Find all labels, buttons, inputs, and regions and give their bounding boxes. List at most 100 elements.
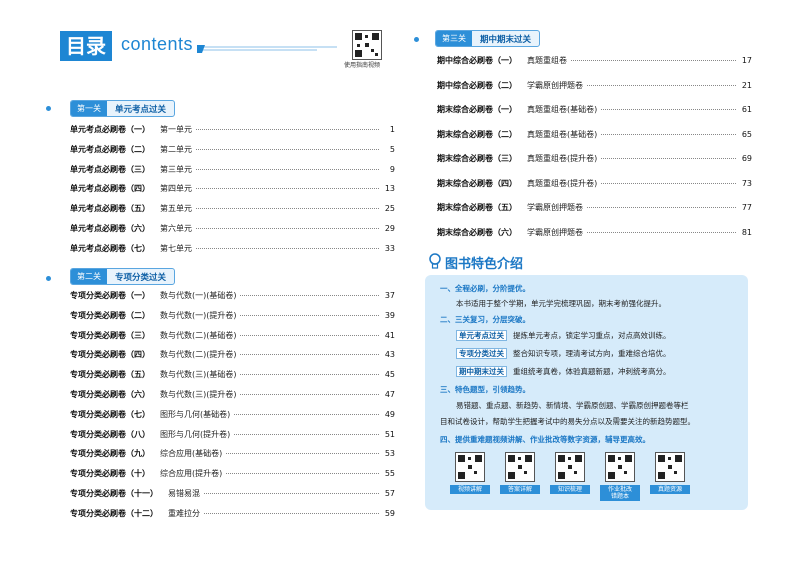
toc-entry[interactable]: 期末综合必刷卷（六） 学霸原创押题卷 81 (437, 227, 752, 238)
toc-leader-dots (240, 334, 379, 336)
toc-page-number: 5 (389, 144, 395, 154)
resource-qr-item[interactable]: 答案详解 (500, 452, 540, 494)
qr-code-guide[interactable] (352, 30, 382, 60)
toc-entry-subtitle: 真题重组卷(提升卷) (527, 178, 598, 188)
toc-entry-name: 单元考点必刷卷（一） (70, 125, 150, 134)
toc-page-number: 53 (384, 449, 395, 459)
toc-entry[interactable]: 期末综合必刷卷（二） 真题重组卷(基础卷) 65 (437, 129, 752, 140)
toc-entry-subtitle: 学霸原创押题卷 (527, 203, 583, 212)
toc-entry[interactable]: 期末综合必刷卷（一） 真题重组卷(基础卷) 61 (437, 104, 752, 115)
toc-entry-subtitle: 数与代数(三)(提升卷) (160, 390, 237, 399)
qr-guide-label: 使用指南视频 (344, 62, 381, 69)
toc-entry-name: 期末综合必刷卷（三） (437, 154, 517, 163)
toc-leader-dots (196, 247, 379, 249)
resource-qr-item[interactable]: 真题资源 (650, 452, 690, 494)
toc-leader-dots (240, 354, 379, 356)
toc-entry-name: 专项分类必刷卷（八） (70, 429, 150, 439)
toc-leader-dots (234, 433, 379, 435)
toc-entry[interactable]: 专项分类必刷卷（十一） 易错易混 57 (70, 488, 395, 499)
toc-entry-subtitle: 图形与几何(提升卷) (160, 429, 231, 439)
feature-text-3a: 易错题、重点题、新趋势、新情境、学霸原创题、学霸原创押题卷等栏 (456, 401, 689, 410)
toc-entry[interactable]: 期末综合必刷卷（四） 真题重组卷(提升卷) 73 (437, 178, 752, 189)
toc-entry[interactable]: 期末综合必刷卷（三） 真题重组卷(提升卷) 69 (437, 153, 752, 164)
toc-entry[interactable]: 专项分类必刷卷（四） 数与代数(二)(提升卷) 43 (70, 349, 395, 360)
toc-entry[interactable]: 专项分类必刷卷（七） 图形与几何(基础卷) 49 (70, 409, 395, 420)
resource-qr-item[interactable]: 作业批改 错题本 (600, 452, 640, 501)
toc-entry[interactable]: 专项分类必刷卷（三） 数与代数(二)(基础卷) 41 (70, 330, 395, 341)
feature-row-text: 重组统考真卷，体验真题新题，冲刺统考高分。 (513, 367, 671, 376)
toc-entry[interactable]: 期末综合必刷卷（五） 学霸原创押题卷 77 (437, 202, 752, 213)
toc-page-number: 47 (384, 390, 395, 399)
features-title: 图书特色介绍 (445, 257, 524, 272)
toc-leader-dots (196, 208, 379, 210)
toc-entry-name: 单元考点必刷卷（六） (70, 224, 150, 233)
toc-entry-name: 专项分类必刷卷（十一） (70, 489, 158, 498)
toc-entry-subtitle: 真题重组卷 (527, 56, 567, 65)
toc-leader-dots (587, 207, 736, 208)
toc-entry[interactable]: 专项分类必刷卷（六） 数与代数(三)(提升卷) 47 (70, 389, 395, 400)
toc-entry[interactable]: 单元考点必刷卷（三） 第三单元 9 (70, 164, 395, 175)
qr-code-icon (455, 452, 485, 482)
toc-page-number: 45 (384, 370, 395, 380)
section-title: 专项分类过关 (115, 272, 167, 283)
toc-entry[interactable]: 专项分类必刷卷（十） 综合应用(提升卷) 55 (70, 468, 395, 479)
toc-entry-subtitle: 第一单元 (160, 125, 192, 134)
toc-entry[interactable]: 单元考点必刷卷（二） 第二单元 5 (70, 144, 395, 155)
toc-entry[interactable]: 专项分类必刷卷（一） 数与代数(一)(基础卷) 37 (70, 290, 395, 301)
feature-row: 期中期末过关 重组统考真卷，体验真题新题，冲刺统考高分。 (456, 366, 671, 377)
toc-page-number: 29 (384, 224, 395, 233)
toc-entry-name: 单元考点必刷卷（七） (70, 243, 150, 253)
toc-leader-dots (240, 314, 379, 316)
toc-page-number: 55 (384, 469, 395, 479)
resource-qr-label: 答案详解 (500, 485, 540, 494)
section-tab-2: 第二关 专项分类过关 (70, 268, 176, 285)
section-tag: 第二关 (71, 269, 107, 284)
toc-entry-subtitle: 数与代数(二)(提升卷) (160, 350, 237, 360)
toc-entry-name: 专项分类必刷卷（三） (70, 330, 150, 340)
resource-qr-label: 知识梳理 (550, 485, 590, 494)
toc-entry-name: 专项分类必刷卷（六） (70, 390, 150, 399)
feature-heading-4: 四、提供重难题视频讲解、作业批改等数字资源，辅导更高效。 (440, 435, 650, 444)
toc-entry-name: 专项分类必刷卷（四） (70, 350, 150, 360)
resource-qr-item[interactable]: 知识梳理 (550, 452, 590, 494)
toc-entry-name: 专项分类必刷卷（九） (70, 449, 150, 459)
toc-entry-subtitle: 综合应用(提升卷) (160, 469, 223, 479)
toc-entry[interactable]: 单元考点必刷卷（五） 第五单元 25 (70, 203, 395, 214)
toc-entry-name: 期末综合必刷卷（五） (437, 203, 517, 212)
toc-entry[interactable]: 单元考点必刷卷（六） 第六单元 29 (70, 223, 395, 234)
toc-entry[interactable]: 专项分类必刷卷（二） 数与代数(一)(提升卷) 39 (70, 310, 395, 321)
toc-entry[interactable]: 专项分类必刷卷（五） 数与代数(三)(基础卷) 45 (70, 369, 395, 380)
toc-page-number: 9 (389, 164, 395, 174)
toc-entry-subtitle: 真题重组卷(提升卷) (527, 154, 598, 163)
toc-page-number: 13 (384, 184, 395, 194)
toc-entry-subtitle: 第二单元 (160, 144, 192, 154)
toc-entry-subtitle: 第七单元 (160, 243, 192, 253)
toc-entry-subtitle: 数与代数(二)(基础卷) (160, 330, 237, 340)
toc-leader-dots (196, 228, 379, 229)
toc-entry[interactable]: 期中综合必刷卷（一） 真题重组卷 17 (437, 55, 752, 66)
toc-entry[interactable]: 专项分类必刷卷（十二） 重难拉分 59 (70, 508, 395, 519)
toc-leader-dots (601, 158, 736, 159)
toc-entry[interactable]: 期中综合必刷卷（二） 学霸原创押题卷 21 (437, 80, 752, 91)
toc-entry[interactable]: 单元考点必刷卷（七） 第七单元 33 (70, 243, 395, 254)
toc-entry-name: 单元考点必刷卷（二） (70, 144, 150, 154)
toc-entry[interactable]: 专项分类必刷卷（八） 图形与几何(提升卷) 51 (70, 429, 395, 440)
feature-row: 单元考点过关 提炼单元考点，锁定学习重点，对点高效训练。 (456, 330, 671, 341)
toc-leader-dots (601, 133, 736, 135)
toc-entry-subtitle: 重难拉分 (168, 508, 200, 518)
toc-leader-dots (204, 512, 379, 514)
section-tag: 第一关 (71, 101, 107, 116)
toc-entry-subtitle: 学霸原创押题卷 (527, 227, 583, 237)
resource-qr-label: 作业批改 错题本 (600, 485, 640, 501)
toc-entry-subtitle: 第五单元 (160, 204, 192, 214)
toc-page-number: 25 (384, 204, 395, 214)
toc-entry-name: 期末综合必刷卷（二） (437, 129, 517, 139)
resource-qr-item[interactable]: 视频讲解 (450, 452, 490, 494)
toc-entry[interactable]: 单元考点必刷卷（一） 第一单元 1 (70, 124, 395, 135)
feature-heading-1: 一、全程必刷，分阶提优。 (440, 284, 530, 293)
toc-entry[interactable]: 专项分类必刷卷（九） 综合应用(基础卷) 53 (70, 448, 395, 459)
toc-entry-name: 期末综合必刷卷（四） (437, 178, 517, 188)
title-stripes (197, 45, 337, 53)
toc-entry-name: 单元考点必刷卷（四） (70, 184, 150, 194)
toc-entry[interactable]: 单元考点必刷卷（四） 第四单元 13 (70, 183, 395, 194)
